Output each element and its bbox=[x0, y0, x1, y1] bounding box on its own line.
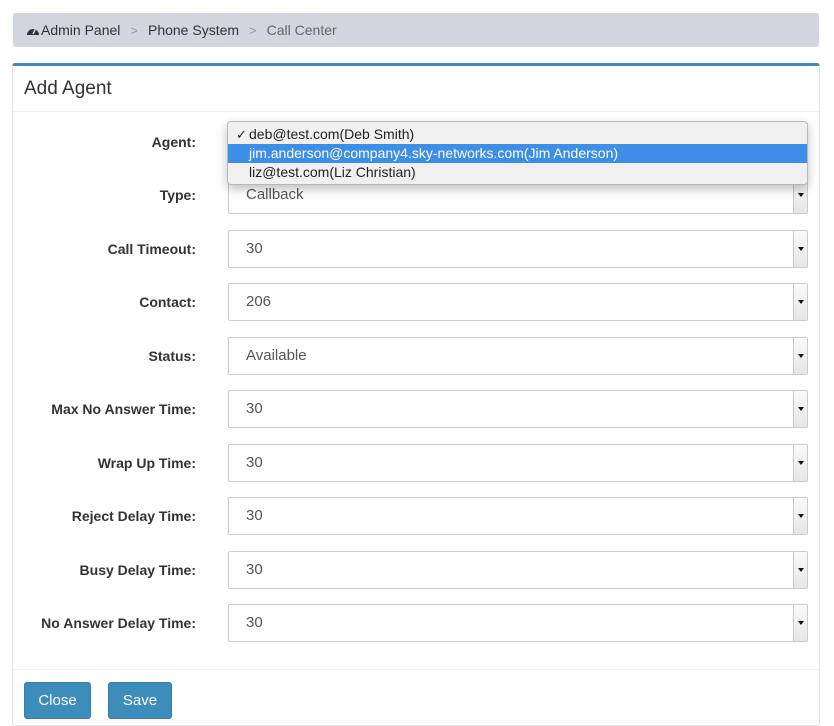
contact-select[interactable]: 206 bbox=[228, 283, 808, 321]
form-row-call-timeout: Call Timeout: 30 bbox=[13, 230, 819, 268]
agent-option-label: jim.anderson@company4.sky-networks.com(J… bbox=[249, 145, 619, 161]
reject-delay-time-select[interactable]: 30 bbox=[228, 497, 808, 535]
chevron-down-icon bbox=[793, 391, 807, 427]
agent-option-highlighted[interactable]: jim.anderson@company4.sky-networks.com(J… bbox=[228, 144, 807, 163]
chevron-down-icon bbox=[793, 498, 807, 534]
wrap-up-time-select[interactable]: 30 bbox=[228, 444, 808, 482]
agent-dropdown-list: ✓ deb@test.com(Deb Smith) jim.anderson@c… bbox=[227, 121, 808, 185]
panel-footer: Close Save bbox=[13, 669, 819, 726]
form-row-no-answer-delay-time: No Answer Delay Time: 30 bbox=[13, 604, 819, 642]
type-value: Callback bbox=[246, 186, 304, 203]
agent-option-label: deb@test.com(Deb Smith) bbox=[249, 126, 415, 142]
contact-value: 206 bbox=[246, 293, 272, 310]
breadcrumb-phone-system[interactable]: Phone System bbox=[148, 22, 239, 38]
contact-label: Contact: bbox=[139, 294, 196, 310]
save-button[interactable]: Save bbox=[108, 682, 172, 719]
breadcrumb-separator: > bbox=[249, 22, 257, 38]
agent-option-label: liz@test.com(Liz Christian) bbox=[249, 164, 416, 180]
chevron-down-icon bbox=[793, 605, 807, 641]
wrap-up-time-value: 30 bbox=[246, 454, 263, 471]
call-timeout-select[interactable]: 30 bbox=[228, 230, 808, 268]
busy-delay-time-label: Busy Delay Time: bbox=[79, 562, 196, 578]
no-answer-delay-time-label: No Answer Delay Time: bbox=[41, 615, 196, 631]
close-button[interactable]: Close bbox=[24, 682, 91, 719]
max-no-answer-time-label: Max No Answer Time: bbox=[51, 401, 196, 417]
max-no-answer-time-select[interactable]: 30 bbox=[228, 390, 808, 428]
no-answer-delay-time-value: 30 bbox=[246, 614, 263, 631]
status-select[interactable]: Available bbox=[228, 337, 808, 375]
chevron-down-icon bbox=[793, 231, 807, 267]
type-label: Type: bbox=[159, 187, 196, 203]
chevron-down-icon bbox=[793, 445, 807, 481]
busy-delay-time-value: 30 bbox=[246, 561, 263, 578]
dashboard-icon bbox=[27, 27, 39, 35]
form-row-max-no-answer-time: Max No Answer Time: 30 bbox=[13, 390, 819, 428]
max-no-answer-time-value: 30 bbox=[246, 400, 263, 417]
call-timeout-label: Call Timeout: bbox=[107, 241, 196, 257]
form-row-contact: Contact: 206 bbox=[13, 283, 819, 321]
status-label: Status: bbox=[148, 348, 196, 364]
reject-delay-time-label: Reject Delay Time: bbox=[71, 508, 196, 524]
page-title: Add Agent bbox=[24, 77, 112, 99]
breadcrumb-admin-panel[interactable]: Admin Panel bbox=[41, 22, 120, 38]
call-timeout-value: 30 bbox=[246, 240, 263, 257]
agent-label: Agent: bbox=[151, 134, 196, 150]
breadcrumb-separator: > bbox=[130, 22, 138, 38]
breadcrumb-call-center: Call Center bbox=[266, 22, 337, 38]
agent-option[interactable]: ✓ deb@test.com(Deb Smith) bbox=[228, 125, 807, 144]
chevron-down-icon bbox=[793, 552, 807, 588]
checkmark-icon: ✓ bbox=[236, 127, 247, 142]
busy-delay-time-select[interactable]: 30 bbox=[228, 551, 808, 589]
form-row-busy-delay-time: Busy Delay Time: 30 bbox=[13, 551, 819, 589]
form-row-wrap-up-time: Wrap Up Time: 30 bbox=[13, 444, 819, 482]
panel-header: Add Agent bbox=[13, 66, 819, 112]
chevron-down-icon bbox=[793, 284, 807, 320]
wrap-up-time-label: Wrap Up Time: bbox=[97, 455, 196, 471]
breadcrumb: Admin Panel > Phone System > Call Center bbox=[13, 13, 819, 47]
form-row-status: Status: Available bbox=[13, 337, 819, 375]
form-row-reject-delay-time: Reject Delay Time: 30 bbox=[13, 497, 819, 535]
status-value: Available bbox=[246, 347, 307, 364]
agent-option[interactable]: liz@test.com(Liz Christian) bbox=[228, 163, 807, 182]
reject-delay-time-value: 30 bbox=[246, 507, 263, 524]
chevron-down-icon bbox=[793, 338, 807, 374]
no-answer-delay-time-select[interactable]: 30 bbox=[228, 604, 808, 642]
